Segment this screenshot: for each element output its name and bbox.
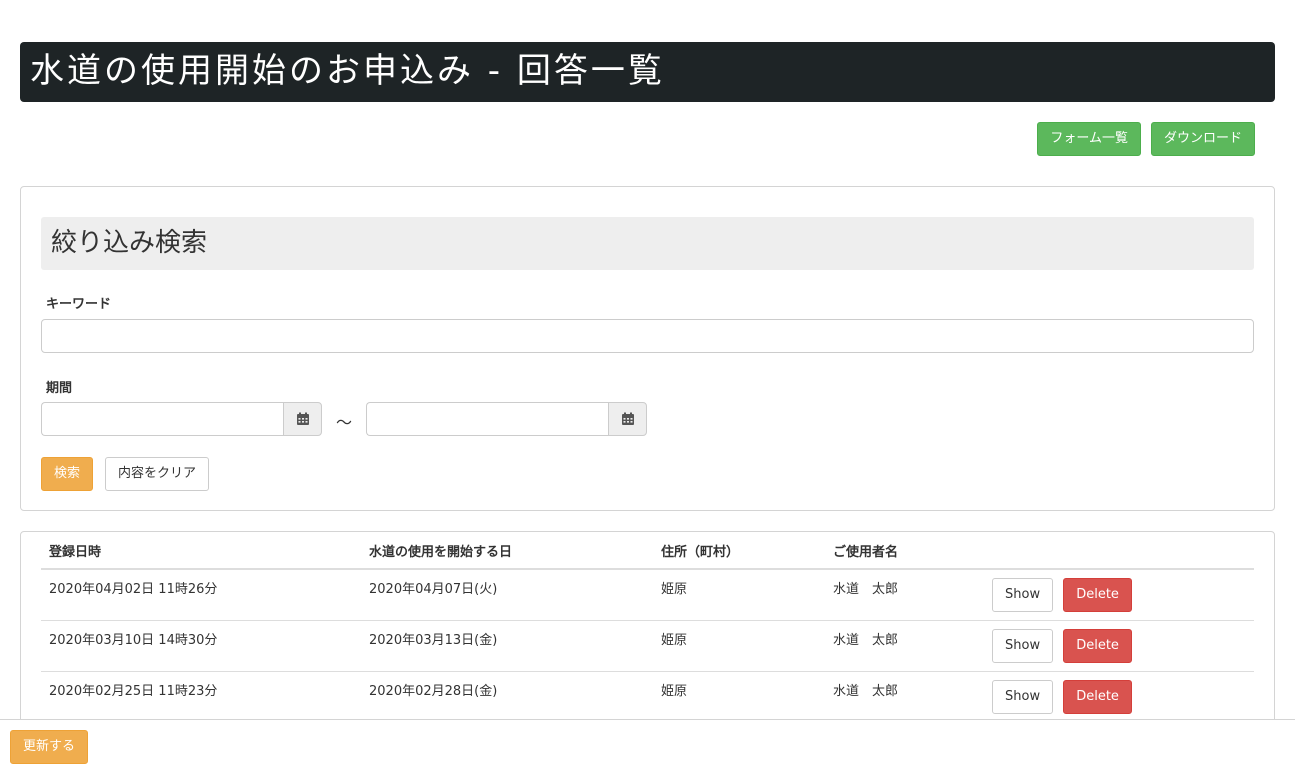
address-cell: 姫原 bbox=[661, 684, 688, 699]
search-button[interactable]: 検索 bbox=[41, 457, 94, 491]
address-cell: 姫原 bbox=[661, 582, 688, 598]
download-button[interactable]: ダウンロード bbox=[1150, 122, 1255, 156]
registered-cell: 2020年02月25日 11時23分 bbox=[49, 684, 218, 699]
date-from-group bbox=[41, 402, 322, 436]
column-header-start-date: 水道の使用を開始する日 bbox=[361, 532, 653, 570]
start-date-cell: 2020年04月07日(火) bbox=[369, 582, 498, 598]
results-table: 登録日時 水道の使用を開始する日 住所（町村） ご使用者名 2020年04月02… bbox=[41, 532, 1254, 723]
date-range-separator: ～ bbox=[336, 413, 353, 432]
show-button[interactable]: Show bbox=[992, 679, 1054, 714]
user-name-cell: 水道 太郎 bbox=[833, 582, 899, 598]
start-date-cell: 2020年03月13日(金) bbox=[369, 633, 498, 648]
calendar-icon[interactable] bbox=[608, 402, 647, 436]
column-header-actions bbox=[980, 532, 1254, 570]
delete-button[interactable]: Delete bbox=[1063, 679, 1132, 714]
table-row: 2020年02月25日 11時23分 2020年02月28日(金) 姫原 水道 … bbox=[41, 671, 1254, 723]
period-label: 期間 bbox=[46, 381, 73, 396]
top-actions: フォーム一覧 ダウンロード bbox=[1037, 122, 1255, 156]
table-row: 2020年03月10日 14時30分 2020年03月13日(金) 姫原 水道 … bbox=[41, 620, 1254, 672]
keyword-label: キーワード bbox=[46, 297, 112, 312]
column-header-address: 住所（町村） bbox=[653, 532, 825, 570]
table-header-row: 登録日時 水道の使用を開始する日 住所（町村） ご使用者名 bbox=[41, 532, 1254, 570]
table-row: 2020年04月02日 11時26分 2020年04月07日(火) 姫原 水道 … bbox=[41, 569, 1254, 621]
footer-bar: 更新する bbox=[0, 719, 1295, 774]
column-header-registered: 登録日時 bbox=[41, 532, 361, 570]
form-list-button[interactable]: フォーム一覧 bbox=[1037, 122, 1141, 156]
clear-button[interactable]: 内容をクリア bbox=[105, 457, 210, 491]
delete-button[interactable]: Delete bbox=[1063, 577, 1132, 612]
user-name-cell: 水道 太郎 bbox=[833, 633, 899, 648]
show-button[interactable]: Show bbox=[992, 628, 1054, 663]
show-button[interactable]: Show bbox=[992, 577, 1054, 612]
date-to-group bbox=[366, 402, 647, 436]
registered-cell: 2020年03月10日 14時30分 bbox=[49, 633, 218, 648]
date-to-input[interactable] bbox=[366, 402, 608, 436]
keyword-input[interactable] bbox=[41, 319, 1254, 353]
delete-button[interactable]: Delete bbox=[1063, 628, 1132, 663]
search-panel: 絞り込み検索 キーワード 期間 ～ 検索 内容をクリア bbox=[20, 186, 1275, 511]
date-from-input[interactable] bbox=[41, 402, 283, 436]
user-name-cell: 水道 太郎 bbox=[833, 684, 899, 699]
address-cell: 姫原 bbox=[661, 633, 688, 648]
search-heading: 絞り込み検索 bbox=[41, 217, 1254, 270]
calendar-icon[interactable] bbox=[283, 402, 322, 436]
start-date-cell: 2020年02月28日(金) bbox=[369, 684, 498, 699]
page: 水道の使用開始のお申込み - 回答一覧 フォーム一覧 ダウンロード 絞り込み検索… bbox=[0, 0, 1295, 774]
column-header-user-name: ご使用者名 bbox=[825, 532, 980, 570]
page-title: 水道の使用開始のお申込み - 回答一覧 bbox=[20, 42, 1275, 102]
registered-cell: 2020年04月02日 11時26分 bbox=[49, 582, 218, 598]
update-button[interactable]: 更新する bbox=[10, 730, 89, 764]
